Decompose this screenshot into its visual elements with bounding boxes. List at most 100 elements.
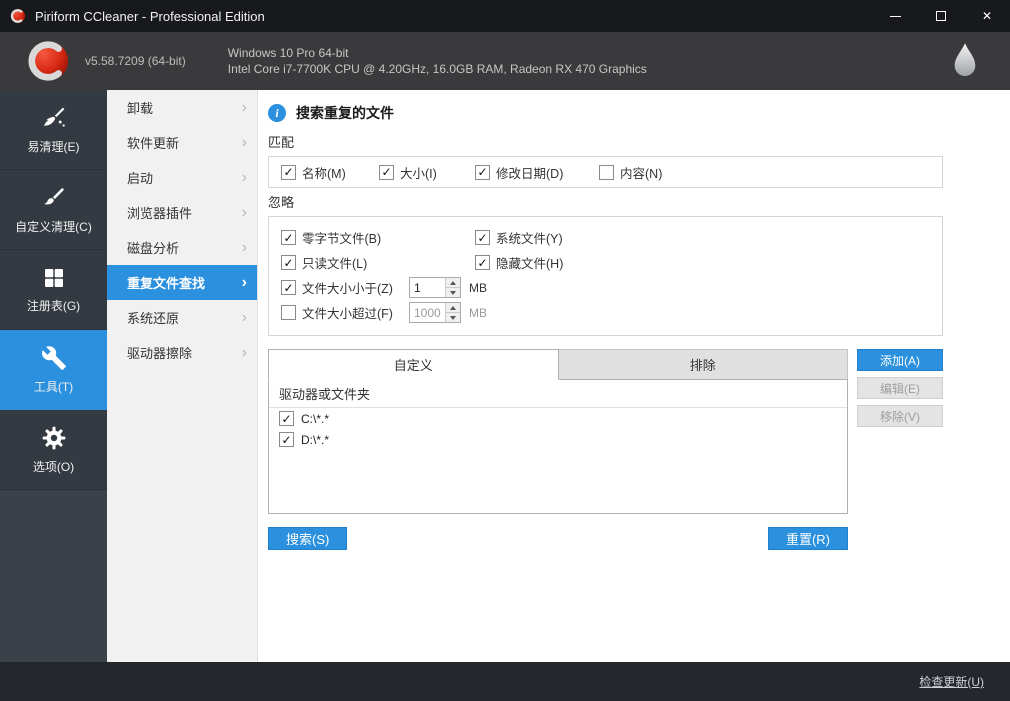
- spinner-down-icon: [450, 290, 456, 295]
- close-button[interactable]: [964, 0, 1010, 32]
- ccleaner-window: Piriform CCleaner - Professional Edition…: [0, 0, 1010, 701]
- broom-icon: [43, 107, 65, 126]
- drive-path: C:\*.*: [301, 411, 330, 426]
- spinner-arrows: [445, 278, 460, 297]
- system-info: Windows 10 Pro 64-bit Intel Core i7-7700…: [228, 45, 647, 77]
- ignore-section-label: 忽略: [268, 195, 295, 210]
- minimize-icon: [889, 15, 901, 17]
- maximize-icon: [936, 11, 946, 21]
- checkbox: [475, 164, 490, 180]
- sidebar-item-label: 注册表(G): [26, 298, 81, 313]
- edit-button[interactable]: 编辑(E): [857, 377, 943, 399]
- tools-menu: 卸载 › 软件更新 › 启动 › 浏览器插件 › 磁盘分析 › 重复文件查找 › 系统还原 ›…: [107, 90, 258, 662]
- sidebar-item-registry[interactable]: 注册表(G): [0, 250, 107, 330]
- match-section-label: 匹配: [268, 135, 295, 150]
- footer-bar: 检查更新(U): [0, 662, 1010, 701]
- chevron-right-icon: ›: [241, 238, 247, 256]
- checkbox: [281, 280, 296, 295]
- table-row[interactable]: D:\*.*: [269, 429, 847, 450]
- tools-menu-item-browser-plugins[interactable]: 浏览器插件 ›: [107, 195, 257, 230]
- spinner-up-button[interactable]: [446, 278, 460, 287]
- sidebar-item-options[interactable]: 选项(O): [0, 410, 107, 490]
- info-icon: i: [268, 104, 286, 122]
- ignore-row-size-larger: 文件大小超过(F) 1000 MB: [281, 300, 930, 325]
- ignore-option-read-only[interactable]: 只读文件(L): [281, 253, 475, 272]
- chevron-right-icon: ›: [241, 98, 247, 116]
- tools-menu-item-uninstall[interactable]: 卸载 ›: [107, 90, 257, 125]
- list-buttons: 添加(A) 编辑(E) 移除(V): [857, 349, 943, 514]
- tools-menu-item-duplicate-finder[interactable]: 重复文件查找 ›: [107, 265, 257, 300]
- max-size-spinner[interactable]: 1000: [409, 302, 461, 323]
- drives-table: 驱动器或文件夹 C:\*.* D:\*.*: [268, 379, 848, 514]
- drive-row-checkbox[interactable]: [279, 432, 294, 447]
- tools-menu-item-software-updater[interactable]: 软件更新 ›: [107, 125, 257, 160]
- sidebar-item-label: 工具(T): [33, 379, 74, 394]
- tools-menu-item-disk-analyzer[interactable]: 磁盘分析 ›: [107, 230, 257, 265]
- minimize-button[interactable]: [872, 0, 918, 32]
- tools-menu-item-drive-wiper[interactable]: 驱动器擦除 ›: [107, 335, 257, 370]
- main-content: i 搜索重复的文件 匹配 名称(M) 大小(I) 修改日期(D): [258, 90, 1010, 662]
- reset-button[interactable]: 重置(R): [767, 527, 848, 550]
- spinner-up-icon: [450, 305, 456, 310]
- maximize-button[interactable]: [918, 0, 964, 32]
- search-button[interactable]: 搜索(S): [268, 527, 348, 550]
- table-row[interactable]: C:\*.*: [269, 408, 847, 429]
- sidebar-item-label: 易清理(E): [27, 139, 80, 154]
- match-option-content[interactable]: 内容(N): [599, 163, 662, 182]
- checkbox: [281, 255, 296, 270]
- checkbox: [281, 305, 296, 320]
- gear-icon: [42, 426, 65, 449]
- ignore-row: 只读文件(L) 隐藏文件(H): [281, 250, 930, 275]
- window-title: Piriform CCleaner - Professional Edition: [35, 8, 265, 24]
- checkbox: [281, 230, 296, 245]
- titlebar: Piriform CCleaner - Professional Edition: [0, 0, 1010, 32]
- chevron-right-icon: ›: [241, 203, 247, 221]
- include-list-area: 自定义 排除 驱动器或文件夹 C:\*.* D:\*.*: [268, 349, 1010, 514]
- ignore-option-hidden-files[interactable]: 隐藏文件(H): [475, 253, 563, 272]
- bulb-icon: [950, 42, 980, 80]
- ignore-option-system-files[interactable]: 系统文件(Y): [475, 228, 563, 247]
- drives-table-header: 驱动器或文件夹: [269, 380, 847, 408]
- sidebar: 易清理(E) 自定义清理(C) 注册表(G) 工具(T) 选项(O): [0, 90, 107, 662]
- app-header: v5.58.7209 (64-bit) Windows 10 Pro 64-bi…: [0, 32, 1010, 90]
- match-option-size[interactable]: 大小(I): [379, 163, 475, 182]
- drive-row-checkbox[interactable]: [279, 411, 294, 426]
- sidebar-item-tools[interactable]: 工具(T): [0, 330, 107, 410]
- page-title-text: 搜索重复的文件: [296, 105, 394, 121]
- spinner-down-button[interactable]: [446, 287, 460, 297]
- match-option-name[interactable]: 名称(M): [281, 163, 379, 182]
- min-size-unit: MB: [469, 280, 487, 295]
- sidebar-item-easy-clean[interactable]: 易清理(E): [0, 90, 107, 170]
- chevron-right-icon: ›: [241, 273, 247, 291]
- system-info-hardware: Intel Core i7-7700K CPU @ 4.20GHz, 16.0G…: [227, 62, 647, 76]
- checkbox: [475, 255, 490, 270]
- ignore-option-size-smaller[interactable]: 文件大小小于(Z): [281, 278, 409, 297]
- match-option-modified-date[interactable]: 修改日期(D): [475, 163, 599, 182]
- tools-menu-item-system-restore[interactable]: 系统还原 ›: [107, 300, 257, 335]
- sidebar-item-label: 选项(O): [32, 459, 75, 474]
- check-updates-link[interactable]: 检查更新(U): [919, 673, 984, 690]
- tab-exclude[interactable]: 排除: [558, 349, 848, 379]
- window-controls: [872, 0, 1010, 32]
- ccleaner-logo-icon: [26, 38, 72, 84]
- brush-icon: [43, 187, 64, 204]
- include-list: 自定义 排除 驱动器或文件夹 C:\*.* D:\*.*: [268, 349, 848, 514]
- close-icon: [982, 7, 992, 25]
- spinner-up-button[interactable]: [446, 303, 460, 312]
- spinner-down-button[interactable]: [446, 312, 460, 322]
- ignore-option-size-larger[interactable]: 文件大小超过(F): [281, 303, 409, 322]
- ignore-option-zero-byte[interactable]: 零字节文件(B): [281, 228, 475, 247]
- sidebar-item-custom-clean[interactable]: 自定义清理(C): [0, 170, 107, 250]
- spinner-up-icon: [450, 280, 456, 285]
- ignore-row: 零字节文件(B) 系统文件(Y): [281, 225, 930, 250]
- chevron-right-icon: ›: [241, 168, 247, 186]
- drive-path: D:\*.*: [301, 432, 330, 447]
- add-button[interactable]: 添加(A): [857, 349, 943, 371]
- tools-menu-item-startup[interactable]: 启动 ›: [107, 160, 257, 195]
- app-logo-icon: [10, 8, 26, 24]
- system-info-os: Windows 10 Pro 64-bit: [227, 46, 349, 60]
- remove-button[interactable]: 移除(V): [857, 405, 943, 427]
- tabbar: 自定义 排除: [268, 349, 848, 380]
- min-size-spinner[interactable]: 1: [409, 277, 461, 298]
- tab-custom[interactable]: 自定义: [268, 349, 559, 380]
